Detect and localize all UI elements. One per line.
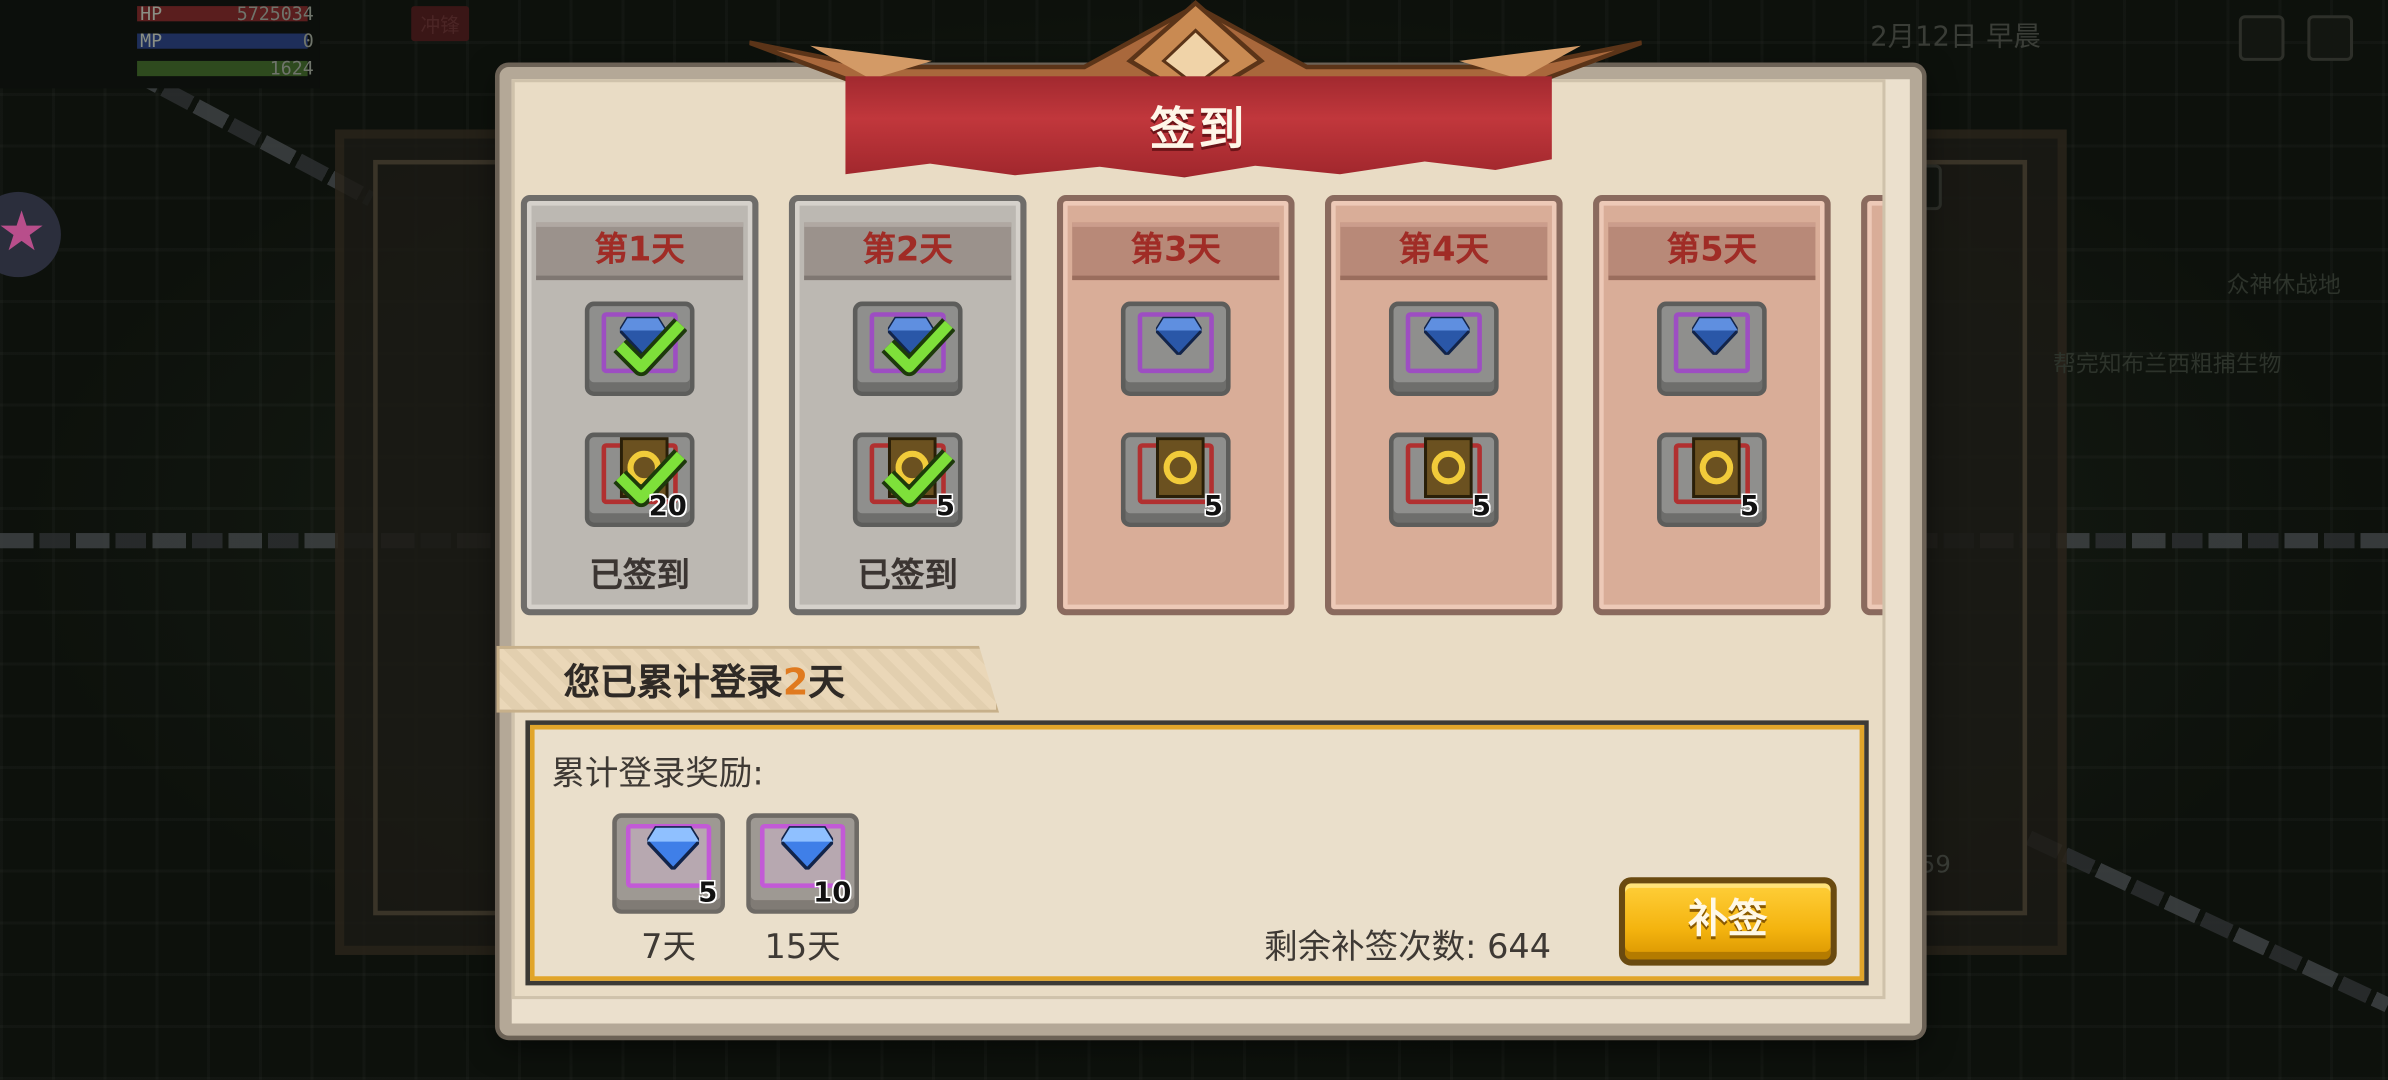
golden-book-icon <box>1692 437 1741 499</box>
green-check-icon <box>613 318 687 377</box>
signed-status: 已签到 <box>589 557 690 596</box>
reward-slot-gem[interactable] <box>1657 301 1767 396</box>
reward-slot-gem[interactable] <box>584 301 695 396</box>
day-label: 第4天 <box>1340 222 1548 281</box>
golden-book-icon <box>1424 437 1473 499</box>
blue-gem-icon <box>1692 316 1738 355</box>
cumulative-prefix: 您已累计登录 <box>563 660 783 704</box>
day-card-5[interactable]: 第5天 5 <box>1593 194 1831 616</box>
day-card-4[interactable]: 第4天 5 <box>1325 194 1563 616</box>
reward-slot-book[interactable]: 5 <box>852 432 963 527</box>
mp-label: MP <box>140 30 163 52</box>
item-count: 5 <box>935 490 955 523</box>
item-count: 20 <box>648 490 687 523</box>
player-hud: HP 5725034 MP 0 1624 <box>0 0 320 89</box>
day-cards-strip[interactable]: 第1天 20 已签到 第2天 5 已签到 第3天 5 第4天 5 第5天 5 <box>515 192 1883 634</box>
signed-status: 已签到 <box>857 557 958 596</box>
remaining-label: 剩余补签次数: <box>1264 929 1477 968</box>
blue-gem-icon <box>647 826 700 870</box>
day-card-6[interactable] <box>1861 194 1883 616</box>
cumulative-suffix: 天 <box>808 660 845 704</box>
day-card-3[interactable]: 第3天 5 <box>1056 194 1295 616</box>
menu-icon[interactable] <box>2307 15 2354 61</box>
green-check-icon <box>881 318 955 377</box>
remaining-value: 644 <box>1487 929 1552 968</box>
item-count: 5 <box>1739 490 1760 523</box>
day-label: 第2天 <box>804 222 1012 281</box>
cumulative-login-text: 您已累计登录2天 <box>564 652 845 705</box>
item-count: 10 <box>813 877 852 910</box>
reward-slot-book[interactable]: 5 <box>1388 432 1499 527</box>
hp-value: 5725034 <box>236 3 314 25</box>
blue-gem-icon <box>1424 316 1470 355</box>
golden-book-icon <box>1155 437 1205 499</box>
zone-label: 众神休战地 <box>2226 271 2341 299</box>
day-label: 第1天 <box>536 222 744 281</box>
reward-days-label: 15天 <box>764 929 841 968</box>
cumulative-reward-7[interactable]: 5 <box>612 813 725 914</box>
map-icon[interactable] <box>2238 15 2285 61</box>
cumulative-reward-label: 累计登录奖励: <box>551 755 764 794</box>
item-count: 5 <box>1203 490 1223 523</box>
cumulative-reward-15[interactable]: 10 <box>746 813 859 914</box>
hp-label: HP <box>140 3 163 25</box>
dialog-title: 签到 <box>1149 103 1248 157</box>
day-card-2[interactable]: 第2天 5 已签到 <box>788 194 1027 616</box>
reward-slot-gem[interactable] <box>852 301 963 396</box>
blue-gem-icon <box>1155 316 1202 355</box>
item-count: 5 <box>1471 490 1492 523</box>
makeup-sign-button[interactable]: 补签 <box>1618 877 1837 966</box>
sp-value: 1624 <box>269 57 314 80</box>
reward-slot-gem[interactable] <box>1388 301 1499 396</box>
day-label: 第3天 <box>1072 222 1280 281</box>
mp-value: 0 <box>302 30 314 52</box>
reward-slot-book[interactable]: 20 <box>584 432 695 527</box>
day-label: 第5天 <box>1608 222 1816 281</box>
quest-hint: 帮完知布兰西粗捕生物 <box>2053 350 2282 378</box>
reward-slot-book[interactable]: 5 <box>1120 432 1231 527</box>
game-date: 2月12日 早晨 <box>1870 21 2041 54</box>
cumulative-days: 2 <box>782 660 809 704</box>
reward-days-label: 7天 <box>641 929 697 968</box>
day-card-1[interactable]: 第1天 20 已签到 <box>520 194 759 616</box>
blue-gem-icon <box>781 826 834 870</box>
remaining-makeup-text: 剩余补签次数: 644 <box>1264 920 1551 969</box>
item-count: 5 <box>698 877 718 910</box>
reward-slot-gem[interactable] <box>1120 301 1231 396</box>
reward-slot-book[interactable]: 5 <box>1657 432 1767 527</box>
hud-tag[interactable]: 冲锋 <box>411 6 470 42</box>
